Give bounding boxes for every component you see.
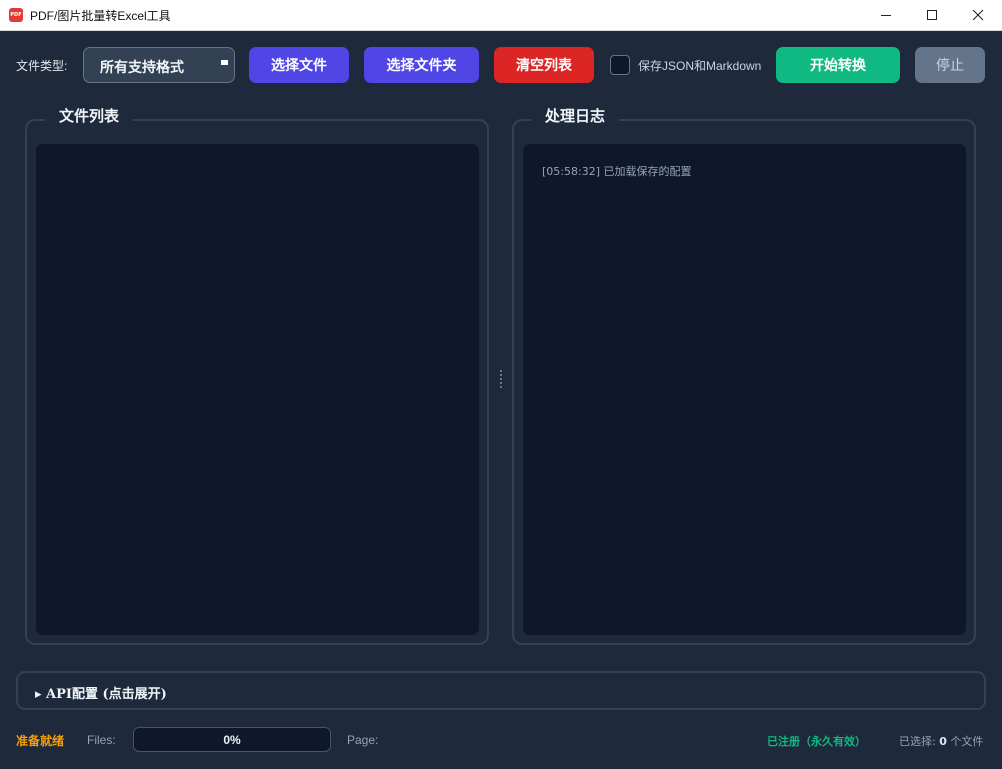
- page-label: Page:: [347, 733, 379, 747]
- registration-status: 已注册（永久有效）: [767, 735, 866, 748]
- maximize-button[interactable]: [909, 0, 955, 30]
- save-json-markdown-checkbox[interactable]: [610, 55, 630, 75]
- selected-prefix: 已选择:: [899, 735, 936, 748]
- api-config-toggle[interactable]: ▸ API配置 (点击展开): [16, 671, 986, 710]
- minimize-icon: [881, 15, 891, 16]
- title-bar: PDF PDF/图片批量转Excel工具: [0, 0, 1002, 31]
- file-type-selected-value: 所有支持格式: [100, 60, 184, 76]
- files-progress-label: Files:: [87, 733, 116, 747]
- app-window: PDF PDF/图片批量转Excel工具 文件类型: 所有支持格式 选择文件 选…: [0, 0, 1002, 769]
- file-type-label: 文件类型:: [16, 59, 68, 73]
- dropdown-arrow-icon: [221, 60, 228, 65]
- log-text-area[interactable]: [523, 144, 966, 635]
- files-progress-bar: 0%: [133, 727, 331, 752]
- clear-list-button[interactable]: 清空列表: [494, 47, 594, 83]
- progress-percent: 0%: [223, 733, 241, 747]
- minimize-button[interactable]: [863, 0, 909, 30]
- file-list-box[interactable]: [36, 144, 479, 635]
- window-title: PDF/图片批量转Excel工具: [30, 9, 171, 23]
- ready-status: 准备就绪: [16, 734, 65, 748]
- maximize-icon: [927, 10, 937, 20]
- stop-button[interactable]: 停止: [915, 47, 985, 83]
- select-file-button[interactable]: 选择文件: [249, 47, 349, 83]
- file-list-title: 文件列表: [45, 104, 134, 128]
- log-line: [05:58:32] 已加载保存的配置: [542, 165, 692, 178]
- save-json-markdown-label[interactable]: 保存JSON和Markdown: [638, 57, 762, 74]
- api-config-label: ▸ API配置 (点击展开): [35, 687, 167, 702]
- close-button[interactable]: [955, 0, 1001, 30]
- log-title: 处理日志: [531, 104, 620, 128]
- file-type-select[interactable]: 所有支持格式: [83, 47, 235, 83]
- selected-suffix: 个文件: [950, 735, 984, 748]
- start-conversion-button[interactable]: 开始转换: [776, 47, 900, 83]
- panel-splitter-handle[interactable]: [500, 370, 503, 388]
- select-folder-button[interactable]: 选择文件夹: [364, 47, 479, 83]
- pdf-app-icon: PDF: [9, 8, 23, 22]
- selected-count-text: 已选择: 0 个文件: [899, 733, 983, 749]
- selected-count: 0: [939, 735, 947, 748]
- close-icon: [972, 9, 984, 21]
